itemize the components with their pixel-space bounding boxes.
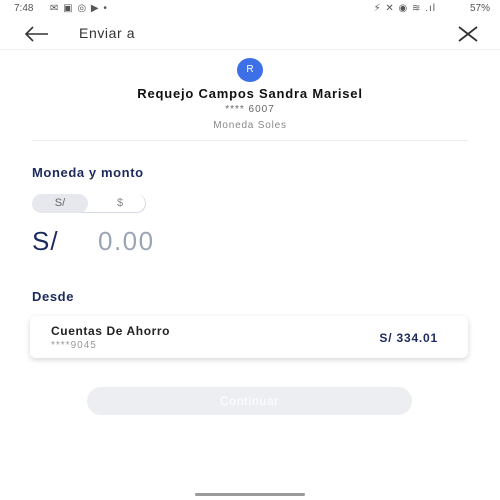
recipient-account-number: **** 6007 [225,104,275,115]
battery-level: 57% [469,3,490,14]
close-button[interactable] [456,23,480,45]
recipient-avatar: R [237,58,263,82]
divider [32,140,468,141]
close-icon [458,26,478,42]
currency-option-dollars[interactable]: $ [110,194,130,213]
amount-currency-symbol: S/ [32,226,59,256]
page-title: Enviar a [79,25,136,41]
account-balance: S/ 334.01 [379,331,438,345]
status-bar: 7:48 ✉ ▣ ◎ ▶ • ⚡ ✕ ◉ ≋ .ıl 57% [0,0,500,18]
notification-icons: ✉ ▣ ◎ ▶ • [50,3,108,14]
system-icons: ⚡ ✕ ◉ ≋ .ıl [373,3,436,14]
amount-input[interactable]: 0.00 [98,226,155,257]
recipient-currency: Moneda Soles [213,120,287,131]
amount-section-label: Moneda y monto [32,165,144,180]
back-button[interactable] [20,23,52,45]
account-type: Cuentas De Ahorro [51,324,171,338]
arrow-left-icon [24,26,48,42]
app-bar: Enviar a [0,18,500,50]
from-section-label: Desde [32,289,75,304]
source-account-card[interactable]: Cuentas De Ahorro ****9045 S/ 334.01 [30,316,468,358]
account-number: ****9045 [51,340,97,351]
status-time: 7:48 [14,3,34,14]
currency-option-soles[interactable]: S/ [32,194,88,213]
continue-button[interactable]: Continuar [87,387,412,415]
home-indicator[interactable] [195,493,305,496]
currency-toggle[interactable]: S/ $ [32,194,146,213]
recipient-name: Requejo Campos Sandra Marisel [137,86,363,101]
